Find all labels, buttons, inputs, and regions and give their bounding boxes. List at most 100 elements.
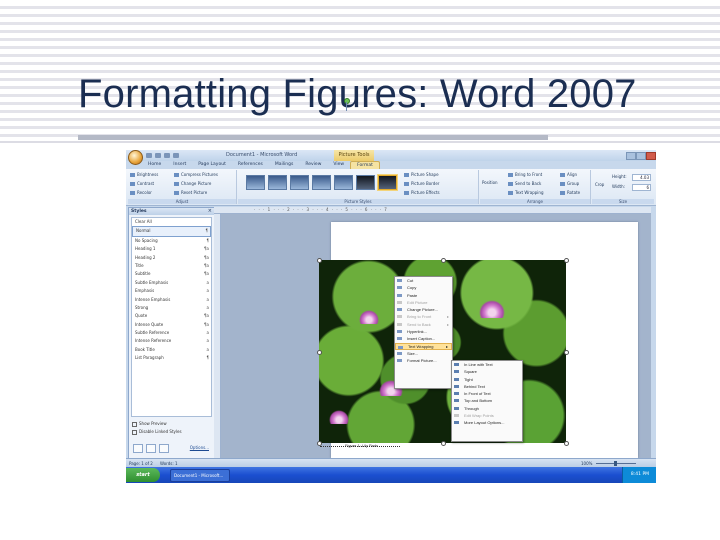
close-icon[interactable]: × xyxy=(208,208,212,215)
change-picture-button[interactable]: Change Picture xyxy=(174,181,211,186)
resize-handle[interactable] xyxy=(441,441,446,446)
minimize-button[interactable] xyxy=(626,152,636,160)
brightness-button[interactable]: Brightness xyxy=(130,172,158,177)
style-item-list-paragraph[interactable]: List Paragraph ¶ xyxy=(132,354,211,362)
zoom-slider-handle[interactable] xyxy=(614,461,617,466)
menu-item-top-and-bottom[interactable]: Top and Bottom xyxy=(452,397,522,404)
tab-references[interactable]: References xyxy=(232,161,269,169)
start-button[interactable]: start xyxy=(126,468,160,482)
tab-mailings[interactable]: Mailings xyxy=(269,161,299,169)
style-item-subtle-reference[interactable]: Subtle Reference a xyxy=(132,329,211,337)
menu-item-copy[interactable]: Copy xyxy=(395,284,452,291)
tab-home[interactable]: Home xyxy=(142,161,167,169)
style-item-title[interactable]: Title ¶a xyxy=(132,262,211,270)
send-to-back-button[interactable]: Send to Back xyxy=(508,181,541,186)
menu-item-paste[interactable]: Paste xyxy=(395,292,452,299)
tab-view[interactable]: View xyxy=(327,161,350,169)
picture-style-thumb[interactable] xyxy=(290,175,309,190)
height-field[interactable]: 4.03 xyxy=(632,174,651,181)
menu-item-edit-wrap-points[interactable]: Edit Wrap Points xyxy=(452,412,522,419)
style-item-subtle-emphasis[interactable]: Subtle Emphasis a xyxy=(132,279,211,287)
style-item-emphasis[interactable]: Emphasis a xyxy=(132,287,211,295)
style-item-heading-2[interactable]: Heading 2 ¶a xyxy=(132,254,211,262)
save-icon[interactable] xyxy=(146,153,152,158)
show-preview-checkbox[interactable]: Show Preview xyxy=(132,421,167,427)
menu-item-size[interactable]: Size... xyxy=(395,350,452,357)
style-item-normal[interactable]: Normal ¶ xyxy=(132,226,211,237)
menu-item-text-wrapping[interactable]: Text Wrapping ▸ xyxy=(395,342,452,350)
menu-item-bring-to-front[interactable]: Bring to Front ▸ xyxy=(395,313,452,320)
resize-handle[interactable] xyxy=(317,258,322,263)
manage-styles-button[interactable] xyxy=(159,444,169,453)
new-style-button[interactable] xyxy=(133,444,143,453)
menu-item-in-line-with-text[interactable]: In Line with Text xyxy=(452,361,522,368)
close-button[interactable] xyxy=(646,152,656,160)
style-item-quote[interactable]: Quote ¶a xyxy=(132,312,211,320)
resize-handle[interactable] xyxy=(564,441,569,446)
menu-item-more-layout-options[interactable]: More Layout Options... xyxy=(452,419,522,426)
menu-item-label: Format Picture... xyxy=(407,358,437,364)
style-item-strong[interactable]: Strong a xyxy=(132,304,211,312)
menu-item-edit-picture[interactable]: Edit Picture xyxy=(395,299,452,306)
crop-button[interactable]: Crop xyxy=(595,182,604,187)
tab-review[interactable]: Review xyxy=(299,161,327,169)
compress-pictures-button[interactable]: Compress Pictures xyxy=(174,172,218,177)
resize-handle[interactable] xyxy=(317,350,322,355)
picture-style-thumb-selected[interactable] xyxy=(378,175,397,190)
menu-item-format-picture[interactable]: Format Picture... xyxy=(395,357,452,364)
options-link[interactable]: Options... xyxy=(190,445,209,450)
picture-border-button[interactable]: Picture Border xyxy=(404,181,439,186)
style-item-intense-reference[interactable]: Intense Reference a xyxy=(132,337,211,345)
rotate-button[interactable]: Rotate xyxy=(560,190,580,195)
contrast-button[interactable]: Contrast xyxy=(130,181,154,186)
picture-style-thumb[interactable] xyxy=(356,175,375,190)
recolor-button[interactable]: Recolor xyxy=(130,190,152,195)
tab-format[interactable]: Format xyxy=(350,161,380,169)
style-item-intense-quote[interactable]: Intense Quote ¶a xyxy=(132,321,211,329)
style-item-intense-emphasis[interactable]: Intense Emphasis a xyxy=(132,296,211,304)
picture-style-thumb[interactable] xyxy=(268,175,287,190)
menu-item-cut[interactable]: Cut xyxy=(395,277,452,284)
style-item-book-title[interactable]: Book Title a xyxy=(132,346,211,354)
resize-handle[interactable] xyxy=(564,350,569,355)
picture-style-thumb[interactable] xyxy=(246,175,265,190)
style-item-heading-1[interactable]: Heading 1 ¶a xyxy=(132,245,211,253)
align-button[interactable]: Align xyxy=(560,172,577,177)
text-wrapping-button[interactable]: Text Wrapping xyxy=(508,190,544,195)
picture-effects-button[interactable]: Picture Effects xyxy=(404,190,440,195)
tab-insert[interactable]: Insert xyxy=(167,161,192,169)
menu-item-change-picture[interactable]: Change Picture... xyxy=(395,306,452,313)
office-button[interactable] xyxy=(128,150,143,165)
resize-handle[interactable] xyxy=(564,258,569,263)
picture-style-thumb[interactable] xyxy=(312,175,331,190)
menu-item-through[interactable]: Through xyxy=(452,405,522,412)
style-item-clear-all[interactable]: Clear All xyxy=(132,218,211,226)
redo-icon[interactable] xyxy=(164,153,170,158)
style-item-subtitle[interactable]: Subtitle ¶a xyxy=(132,270,211,278)
menu-item-in-front-of-text[interactable]: In Front of Text xyxy=(452,390,522,397)
menu-item-behind-text[interactable]: Behind Text xyxy=(452,383,522,390)
menu-item-hyperlink[interactable]: Hyperlink... xyxy=(395,328,452,335)
position-button[interactable]: Position xyxy=(482,180,498,185)
rotation-handle[interactable] xyxy=(344,98,350,104)
group-button[interactable]: Group xyxy=(560,181,579,186)
tab-page-layout[interactable]: Page Layout xyxy=(192,161,232,169)
picture-shape-button[interactable]: Picture Shape xyxy=(404,172,439,177)
maximize-button[interactable] xyxy=(636,152,646,160)
bring-to-front-button[interactable]: Bring to Front xyxy=(508,172,542,177)
resize-handle[interactable] xyxy=(441,258,446,263)
style-item-no-spacing[interactable]: No Spacing ¶ xyxy=(132,237,211,245)
reset-picture-button[interactable]: Reset Picture xyxy=(174,190,207,195)
menu-item-tight[interactable]: Tight xyxy=(452,376,522,383)
taskbar-word-button[interactable]: Document1 - Microsoft... xyxy=(170,469,230,482)
menu-item-square[interactable]: Square xyxy=(452,368,522,375)
figure-caption[interactable]: Figure 1: Lily Pads xyxy=(345,443,378,448)
disable-linked-styles-checkbox[interactable]: Disable Linked Styles xyxy=(132,429,182,435)
undo-icon[interactable] xyxy=(155,153,161,158)
menu-item-send-to-back[interactable]: Send to Back ▸ xyxy=(395,321,452,328)
width-field[interactable]: 6 xyxy=(632,184,651,191)
style-inspector-button[interactable] xyxy=(146,444,156,453)
menu-item-insert-caption[interactable]: Insert Caption... xyxy=(395,335,452,342)
quick-print-icon[interactable] xyxy=(173,153,179,158)
picture-style-thumb[interactable] xyxy=(334,175,353,190)
